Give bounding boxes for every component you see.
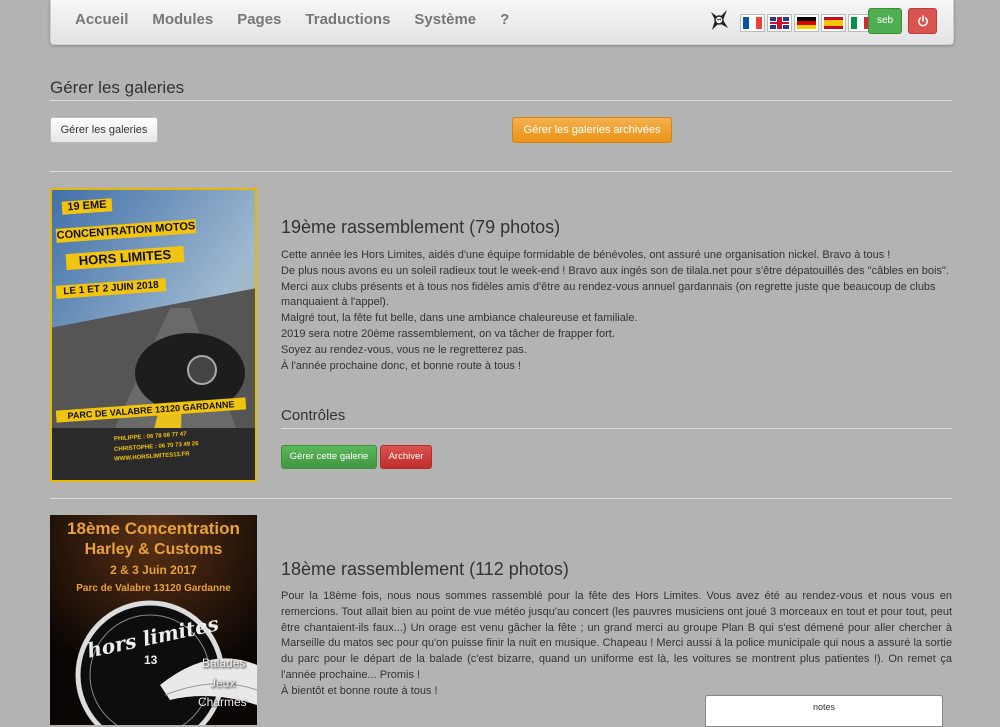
- divider: [281, 428, 952, 429]
- flag-es-icon[interactable]: [821, 14, 846, 32]
- divider: [50, 171, 952, 172]
- page-title: Gérer les galeries: [50, 78, 185, 97]
- flag-fr-icon[interactable]: [740, 14, 765, 32]
- notes-tab[interactable]: notes: [705, 695, 943, 727]
- poster-text: 2 & 3 Juin 2017: [110, 563, 197, 577]
- gallery-description: Cette année les Hors Limites, aidés d'un…: [281, 248, 952, 374]
- description-line: À l'année prochaine donc, et bonne route…: [281, 359, 521, 372]
- poster-text: Charmes: [198, 695, 247, 709]
- gallery-title: 19ème rassemblement (79 photos): [281, 217, 561, 237]
- manage-galleries-button[interactable]: Gérer les galeries: [50, 117, 158, 143]
- manage-gallery-button[interactable]: Gérer cette galerie: [281, 445, 377, 469]
- flag-uk-icon[interactable]: [767, 14, 792, 32]
- menu-item-pages[interactable]: Pages: [225, 0, 293, 44]
- flag-de-icon[interactable]: [794, 14, 819, 32]
- menu-item-systeme[interactable]: Système: [402, 0, 488, 44]
- poster-text: Harley & Customs: [84, 541, 223, 558]
- menu-item-modules[interactable]: Modules: [140, 0, 225, 44]
- gallery-description: Pour la 18ème fois, nous nous sommes ras…: [281, 589, 952, 700]
- poster-text: Jeux: [210, 676, 236, 690]
- user-button[interactable]: seb: [868, 8, 902, 34]
- description-line: Pour la 18ème fois, nous nous sommes ras…: [281, 590, 952, 681]
- description-line: De plus nous avons eu un soleil radieux …: [281, 264, 949, 277]
- divider: [50, 498, 952, 499]
- poster-text: Balades: [202, 656, 246, 670]
- main-menu: Accueil Modules Pages Traductions Systèm…: [63, 0, 521, 44]
- poster-text: 13: [144, 653, 158, 667]
- archive-gallery-button[interactable]: Archiver: [380, 445, 432, 469]
- poster-text: 18ème Concentration: [67, 519, 240, 538]
- logout-button[interactable]: [908, 8, 937, 34]
- power-icon: [917, 15, 928, 27]
- divider: [50, 100, 952, 101]
- menu-item-help[interactable]: ?: [488, 0, 521, 44]
- language-flags: [740, 14, 873, 32]
- winged-skull-logo-icon: [711, 10, 728, 30]
- gallery-poster-18[interactable]: 18ème Concentration Harley & Customs 2 &…: [50, 515, 257, 725]
- gallery-poster-19[interactable]: 19 EME CONCENTRATION MOTOS HORS LIMITES …: [50, 188, 257, 482]
- description-line: 2019 sera notre 20ème rassemblement, on …: [281, 327, 615, 340]
- description-line: Soyez au rendez-vous, vous ne le regrett…: [281, 343, 527, 356]
- manage-archived-galleries-button[interactable]: Gérer les galeries archivées: [512, 117, 672, 143]
- poster-text: Parc de Valabre 13120 Gardanne: [76, 583, 231, 594]
- description-line: Malgré tout, la fête fut belle, dans une…: [281, 312, 638, 325]
- description-line: Merci aux clubs présents et à tous nos f…: [281, 280, 936, 309]
- top-navbar: Accueil Modules Pages Traductions Systèm…: [50, 0, 954, 45]
- controls-heading: Contrôles: [281, 407, 346, 424]
- menu-item-traductions[interactable]: Traductions: [293, 0, 402, 44]
- menu-item-accueil[interactable]: Accueil: [63, 0, 140, 44]
- description-line: Cette année les Hors Limites, aidés d'un…: [281, 249, 891, 261]
- gallery-title: 18ème rassemblement (112 photos): [281, 559, 569, 579]
